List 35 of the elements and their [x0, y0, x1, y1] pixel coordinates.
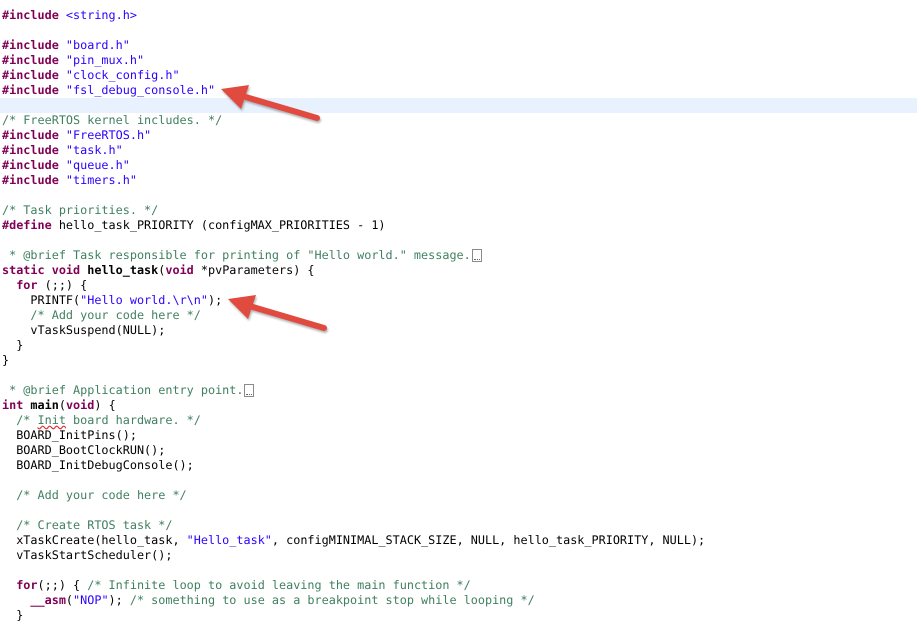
code-line: /* Add your code here */ — [15, 488, 187, 503]
code-line: /* Init board hardware. */ — [15, 413, 201, 428]
code-line: } — [15, 338, 24, 353]
code-line: __asm("NOP"); /* something to use as a breakpoint stop while looping */ — [29, 593, 535, 608]
code-line: #include "clock_config.h" — [2, 68, 180, 83]
code-line: #include "fsl_debug_console.h" — [2, 83, 216, 98]
code-line: #include <string.h> — [2, 8, 137, 23]
code-line: * @brief Application entry point. — [8, 383, 244, 398]
code-line: #include "FreeRTOS.h" — [2, 128, 152, 143]
code-line: /* Create RTOS task */ — [15, 518, 172, 533]
code-line: #include "pin_mux.h" — [2, 53, 144, 68]
code-line: #define hello_task_PRIORITY (configMAX_PRIORITIES - 1) — [2, 218, 386, 233]
code-line: /* FreeRTOS kernel includes. */ — [2, 113, 222, 128]
code-line: BOARD_InitDebugConsole(); — [15, 458, 194, 473]
code-line: #include "task.h" — [2, 143, 123, 158]
folded-code-icon[interactable] — [472, 249, 482, 262]
code-line: int main(void) { — [2, 398, 116, 413]
code-line: static void hello_task(void *pvParameters) { — [2, 263, 315, 278]
code-line: #include "timers.h" — [2, 173, 137, 188]
code-line: BOARD_BootClockRUN(); — [15, 443, 166, 458]
code-line: } — [15, 608, 24, 623]
code-line: vTaskSuspend(NULL); — [29, 323, 166, 338]
code-line: /* Task priorities. */ — [2, 203, 158, 218]
code-line: for (;;) { — [15, 278, 88, 293]
code-line: BOARD_InitPins(); — [15, 428, 137, 443]
code-line: #include "board.h" — [2, 38, 130, 53]
code-line: xTaskCreate(hello_task, "Hello_task", configMINIMAL_STACK_SIZE, NULL, hello_task_PRIORITY, NULL); — [15, 533, 706, 548]
code-line: vTaskStartScheduler(); — [15, 548, 172, 563]
code-line: /* Add your code here */ — [29, 308, 201, 323]
code-line: for(;;) { /* Infinite loop to avoid leaving the main function */ — [15, 578, 471, 593]
folded-code-icon[interactable] — [244, 384, 254, 397]
code-line: * @brief Task responsible for printing of "Hello world." message. — [8, 248, 471, 263]
code-line: #include "queue.h" — [2, 158, 130, 173]
code-line: PRINTF("Hello world.\r\n"); — [29, 293, 222, 308]
code-line: } — [2, 353, 10, 368]
